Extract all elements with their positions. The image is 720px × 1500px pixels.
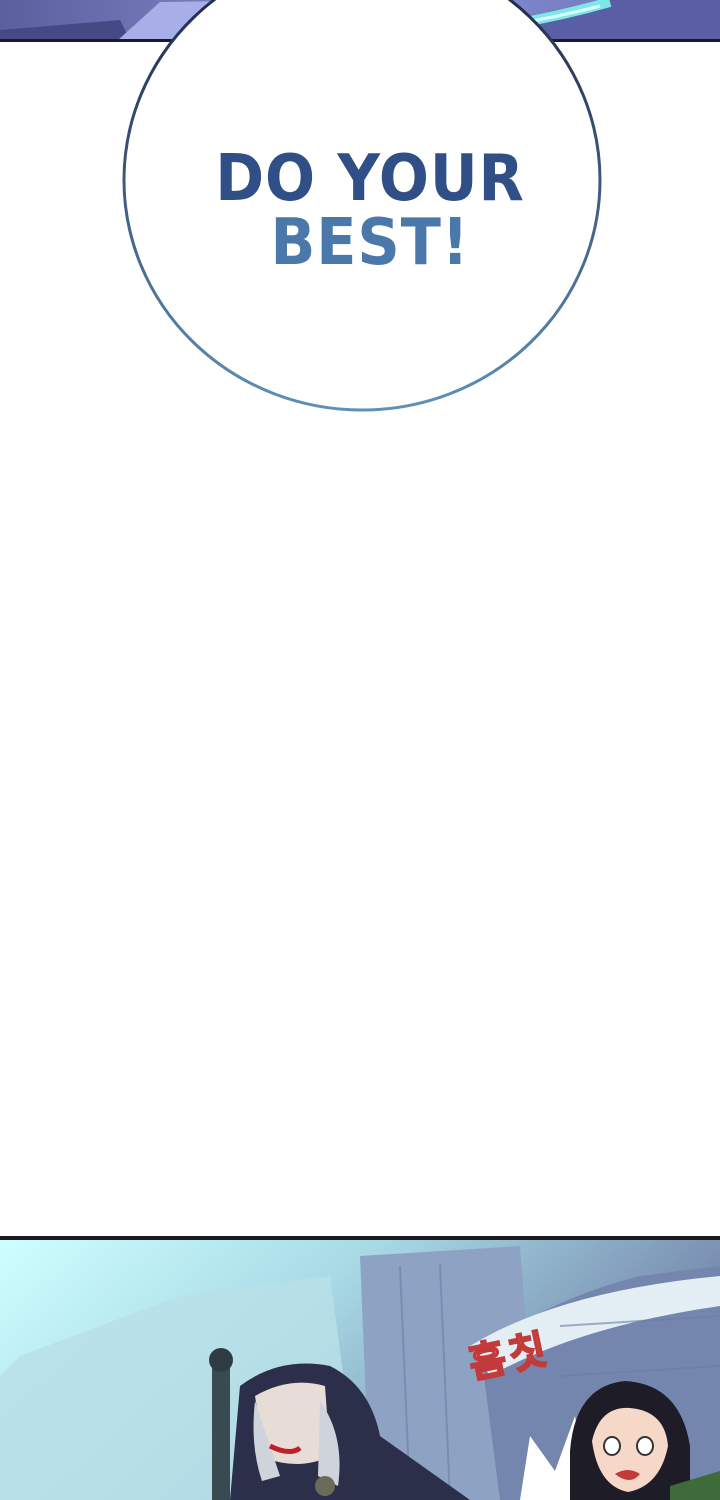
- staff: [212, 1356, 230, 1500]
- bottom-panel-art: [0, 1236, 720, 1500]
- speech-line-1: DO YOUR: [215, 142, 525, 216]
- bottom-comic-panel: 흠칫: [0, 1236, 720, 1500]
- speech-line-2: BEST!: [270, 206, 470, 280]
